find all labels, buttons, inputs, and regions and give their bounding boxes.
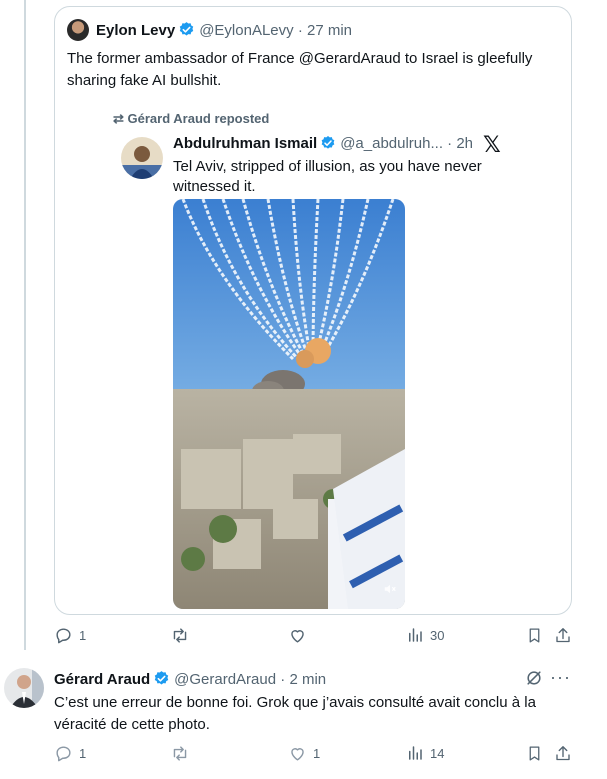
author-handle[interactable]: @EylonALevy <box>199 22 293 39</box>
timestamp[interactable]: 27 min <box>307 22 352 39</box>
analytics-icon <box>409 746 422 760</box>
heart-icon <box>291 629 304 643</box>
reply-button[interactable]: 1 <box>54 624 86 646</box>
separator-dot: · <box>293 22 307 39</box>
retweet-icon <box>173 627 187 643</box>
bookmark-button[interactable] <box>526 624 543 646</box>
reply-tweet-header: Gérard Araud @GerardAraud · 2 min <box>54 670 326 691</box>
more-options-icon[interactable]: ··· <box>550 667 571 688</box>
bookmark-icon <box>529 627 540 643</box>
tel-aviv-photo <box>173 199 405 609</box>
like-count: 1 <box>313 745 321 761</box>
author-handle: @a_abdulruh... <box>340 135 443 152</box>
view-count: 14 <box>430 745 445 761</box>
avatar <box>121 137 163 179</box>
embedded-tweet-text: Tel Aviv, stripped of illusion, as you h… <box>173 158 482 195</box>
verified-badge-icon <box>178 21 195 42</box>
x-logo-icon: 𝕏 <box>483 133 501 158</box>
retweet-icon <box>173 745 187 761</box>
action-bar: 1 30 <box>54 624 574 646</box>
views-button[interactable]: 30 <box>406 624 444 646</box>
reply-count: 1 <box>79 627 87 643</box>
avatar[interactable] <box>4 668 44 708</box>
share-button[interactable] <box>554 742 572 764</box>
action-bar: 1 1 14 <box>54 742 574 764</box>
reply-count: 1 <box>79 745 87 761</box>
quoted-tweet-header: Eylon Levy @EylonALevy · 27 min <box>96 21 352 42</box>
bookmark-icon <box>529 745 540 761</box>
like-button[interactable] <box>288 624 313 646</box>
author-handle[interactable]: @GerardAraud <box>174 671 276 688</box>
separator-dot: · <box>442 135 457 152</box>
reply-icon <box>56 745 71 761</box>
verified-badge-icon <box>153 670 170 691</box>
quoted-tweet-text: The former ambassador of France @GerardA… <box>67 50 533 89</box>
avatar[interactable] <box>67 19 89 41</box>
author-name: Abdulruhman Ismail <box>173 135 318 152</box>
grok-icon[interactable] <box>524 668 544 693</box>
quoted-tweet-card[interactable]: Eylon Levy @EylonALevy · 27 min The forme… <box>54 6 572 615</box>
share-icon <box>556 745 570 760</box>
share-button[interactable] <box>554 624 572 646</box>
retweet-button[interactable] <box>170 624 196 646</box>
retweet-button[interactable] <box>170 742 196 764</box>
author-name[interactable]: Gérard Araud <box>54 671 150 688</box>
timestamp: 2h <box>456 135 474 152</box>
views-button[interactable]: 14 <box>406 742 444 764</box>
timestamp[interactable]: 2 min <box>289 671 326 688</box>
reply-icon <box>56 627 71 643</box>
share-icon <box>556 627 570 642</box>
repost-label: Gérard Araud reposted <box>127 111 270 126</box>
author-name[interactable]: Eylon Levy <box>96 22 175 39</box>
repost-indicator: ⇄ Gérard Araud reposted <box>113 111 269 127</box>
reply-button[interactable]: 1 <box>54 742 86 764</box>
verified-badge-icon <box>320 135 336 155</box>
separator-dot: · <box>276 671 290 688</box>
embedded-tweet-header: Abdulruhman Ismail @a_abdulruh... · 2h <box>173 135 473 155</box>
heart-icon <box>291 747 304 761</box>
analytics-icon <box>409 628 422 642</box>
mute-icon <box>383 582 397 601</box>
reply-tweet-text: C’est une erreur de bonne foi. Grok que … <box>54 694 536 733</box>
like-button[interactable]: 1 <box>288 742 320 764</box>
repost-icon: ⇄ <box>113 111 128 126</box>
thread-connector-line <box>24 0 26 650</box>
bookmark-button[interactable] <box>526 742 543 764</box>
view-count: 30 <box>430 627 445 643</box>
